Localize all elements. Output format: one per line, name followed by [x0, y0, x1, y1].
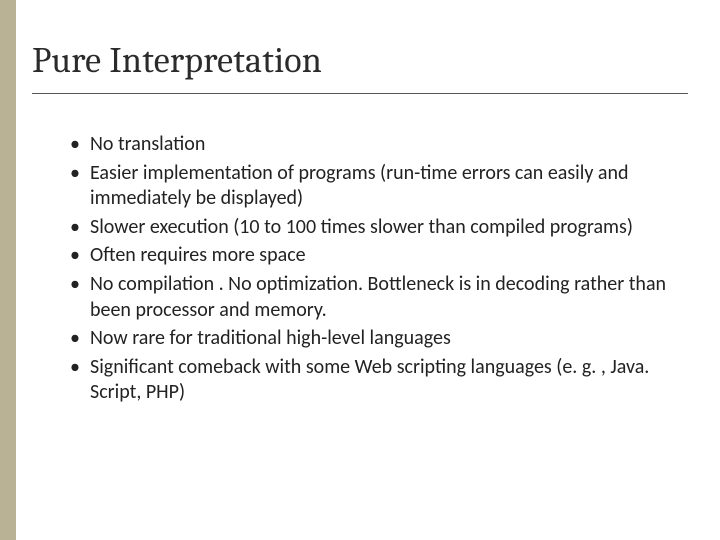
- list-item: Significant comeback with some Web scrip…: [70, 355, 680, 406]
- slide-title: Pure Interpretation: [32, 40, 688, 93]
- list-item: Often requires more space: [70, 243, 680, 269]
- bullet-list: No translation Easier implementation of …: [70, 132, 680, 406]
- slide-body: No translation Easier implementation of …: [70, 132, 680, 409]
- accent-bar: [0, 0, 16, 540]
- slide: Pure Interpretation No translation Easie…: [0, 0, 720, 540]
- list-item: Easier implementation of programs (run-t…: [70, 161, 680, 212]
- list-item: No compilation . No optimization. Bottle…: [70, 272, 680, 323]
- list-item: Now rare for traditional high-level lang…: [70, 326, 680, 352]
- list-item: Slower execution (10 to 100 times slower…: [70, 215, 680, 241]
- list-item: No translation: [70, 132, 680, 158]
- title-container: Pure Interpretation: [32, 40, 688, 94]
